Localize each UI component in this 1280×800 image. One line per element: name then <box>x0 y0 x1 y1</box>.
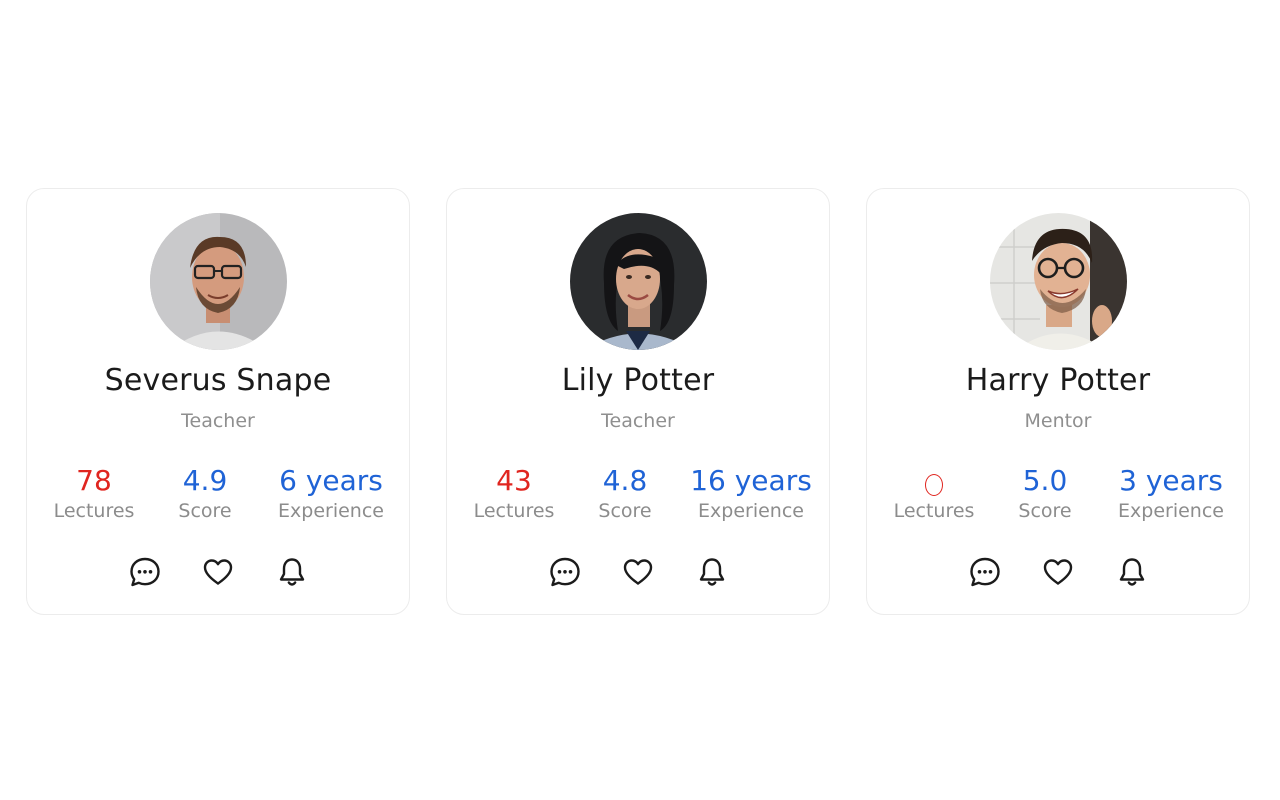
experience-value: 16 years <box>690 464 812 497</box>
profile-name: Severus Snape <box>104 363 332 398</box>
profile-role: Mentor <box>1024 410 1092 432</box>
chat-icon[interactable] <box>128 555 162 589</box>
profile-name: Harry Potter <box>965 363 1151 398</box>
profile-role: Teacher <box>181 410 255 432</box>
score-value: 5.0 <box>1022 464 1068 497</box>
heart-icon[interactable] <box>621 555 655 589</box>
heart-icon[interactable] <box>201 555 235 589</box>
bell-icon[interactable] <box>695 555 729 589</box>
score-label: Score <box>1018 500 1072 522</box>
profile-cards-row: Severus Snape Teacher 78 Lectures 4.9 Sc… <box>0 0 1280 800</box>
profile-card: Severus Snape Teacher 78 Lectures 4.9 Sc… <box>26 188 410 615</box>
stat-experience: 6 years Experience <box>263 464 399 523</box>
profile-name: Lily Potter <box>561 363 715 398</box>
stat-score: 5.0 Score <box>995 464 1095 523</box>
stat-experience: 3 years Experience <box>1103 464 1239 523</box>
score-label: Score <box>178 500 232 522</box>
lectures-value: 78 <box>76 464 112 497</box>
experience-label: Experience <box>278 500 384 522</box>
score-value: 4.9 <box>182 464 228 497</box>
score-value: 4.8 <box>602 464 648 497</box>
experience-value: 6 years <box>279 464 383 497</box>
lectures-label: Lectures <box>893 500 975 522</box>
bell-icon[interactable] <box>1115 555 1149 589</box>
stat-lectures: 78 Lectures <box>39 464 149 523</box>
action-icons <box>867 555 1249 591</box>
action-icons <box>27 555 409 591</box>
avatar <box>150 213 287 350</box>
action-icons <box>447 555 829 591</box>
chat-icon[interactable] <box>548 555 582 589</box>
lectures-label: Lectures <box>53 500 135 522</box>
experience-label: Experience <box>698 500 804 522</box>
profile-role: Teacher <box>601 410 675 432</box>
profile-card: Harry Potter Mentor Lectures 5.0 Score 3… <box>866 188 1250 615</box>
lectures-value <box>879 465 989 497</box>
experience-label: Experience <box>1118 500 1224 522</box>
lectures-value: 43 <box>496 464 532 497</box>
stat-lectures: 43 Lectures <box>459 464 569 523</box>
chat-icon[interactable] <box>968 555 1002 589</box>
profile-card: Lily Potter Teacher 43 Lectures 4.8 Scor… <box>446 188 830 615</box>
lectures-label: Lectures <box>473 500 555 522</box>
stat-score: 4.8 Score <box>575 464 675 523</box>
stat-experience: 16 years Experience <box>683 464 819 523</box>
stat-lectures: Lectures <box>879 465 989 522</box>
stat-score: 4.9 Score <box>155 464 255 523</box>
avatar <box>570 213 707 350</box>
bell-icon[interactable] <box>275 555 309 589</box>
score-label: Score <box>598 500 652 522</box>
avatar <box>990 213 1127 350</box>
loading-spinner-icon <box>925 473 943 496</box>
experience-value: 3 years <box>1119 464 1223 497</box>
heart-icon[interactable] <box>1041 555 1075 589</box>
